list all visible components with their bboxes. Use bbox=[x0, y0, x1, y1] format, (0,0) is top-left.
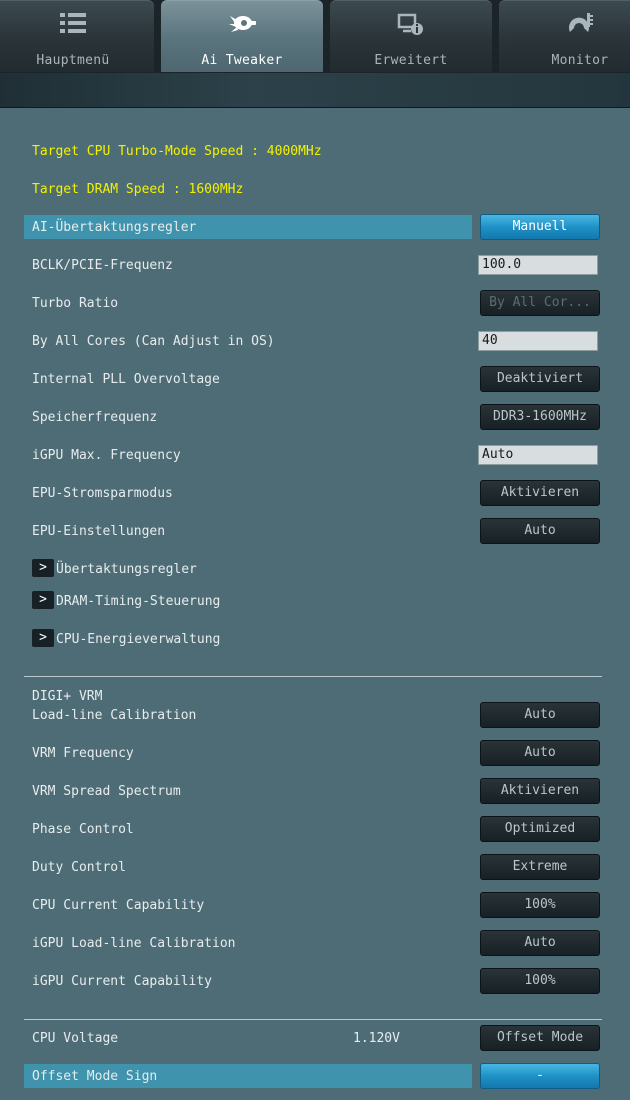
section-header-digi-vrm: DIGI+ VRM bbox=[32, 689, 103, 704]
setting-ai-overclock-tuner[interactable]: AI-Übertaktungsregler Manuell bbox=[24, 214, 602, 241]
tab-bar: Hauptmenü Ai Tweaker Erweitert Monitor bbox=[0, 0, 630, 73]
setting-vrm-frequency: VRM Frequency Auto bbox=[24, 740, 602, 767]
submenu-overclock-tuner[interactable]: > Übertaktungsregler bbox=[24, 557, 602, 583]
setting-memory-frequency: Speicherfrequenz DDR3-1600MHz bbox=[24, 404, 602, 431]
setting-label: CPU Voltage bbox=[32, 1031, 119, 1046]
setting-bclk-pcie: BCLK/PCIE-Frequenz 100.0 bbox=[24, 253, 602, 279]
target-dram-info: Target DRAM Speed : 1600MHz bbox=[24, 177, 602, 203]
submenu-label: DRAM-Timing-Steuerung bbox=[56, 594, 221, 609]
setting-label: Speicherfrequenz bbox=[32, 410, 158, 425]
setting-label: Internal PLL Overvoltage bbox=[32, 372, 220, 387]
setting-label: AI-Übertaktungsregler bbox=[32, 220, 197, 235]
turbo-ratio-select: By All Cor... bbox=[480, 290, 600, 316]
igpu-max-frequency-input[interactable]: Auto bbox=[478, 445, 598, 465]
setting-duty-control: Duty Control Extreme bbox=[24, 854, 602, 881]
target-cpu-text: Target CPU Turbo-Mode Speed : 4000MHz bbox=[32, 144, 322, 159]
ai-overclock-tuner-select[interactable]: Manuell bbox=[480, 214, 600, 240]
chevron-right-icon[interactable]: > bbox=[32, 629, 54, 647]
setting-label: Offset Mode Sign bbox=[32, 1069, 158, 1084]
setting-load-line-calibration: Load-line Calibration Auto bbox=[24, 702, 602, 729]
setting-label: CPU Current Capability bbox=[32, 898, 205, 913]
target-cpu-info: Target CPU Turbo-Mode Speed : 4000MHz bbox=[24, 139, 602, 165]
setting-label: Duty Control bbox=[32, 860, 126, 875]
vrm-frequency-select[interactable]: Auto bbox=[480, 740, 600, 766]
setting-label: By All Cores (Can Adjust in OS) bbox=[32, 334, 275, 349]
vrm-spread-spectrum-select[interactable]: Aktivieren bbox=[480, 778, 600, 804]
setting-label: EPU-Einstellungen bbox=[32, 524, 166, 539]
setting-label: EPU-Stromsparmodus bbox=[32, 486, 173, 501]
tab-label: Ai Tweaker bbox=[201, 53, 283, 68]
setting-internal-pll: Internal PLL Overvoltage Deaktiviert bbox=[24, 366, 602, 393]
load-line-calibration-select[interactable]: Auto bbox=[480, 702, 600, 728]
cpu-current-capability-select[interactable]: 100% bbox=[480, 892, 600, 918]
tab-erweitert[interactable]: Erweitert bbox=[330, 0, 492, 72]
submenu-label: Übertaktungsregler bbox=[56, 562, 197, 577]
phase-control-select[interactable]: Optimized bbox=[480, 816, 600, 842]
setting-label: VRM Spread Spectrum bbox=[32, 784, 181, 799]
tab-label: Monitor bbox=[551, 53, 609, 68]
tab-label: Erweitert bbox=[374, 53, 448, 68]
epu-power-saving-select[interactable]: Aktivieren bbox=[480, 480, 600, 506]
offset-mode-sign-select[interactable]: - bbox=[480, 1063, 600, 1089]
bclk-pcie-input[interactable]: 100.0 bbox=[478, 255, 598, 275]
setting-label: VRM Frequency bbox=[32, 746, 134, 761]
cpu-voltage-mode-select[interactable]: Offset Mode bbox=[480, 1025, 600, 1051]
tab-monitor[interactable]: Monitor bbox=[499, 0, 630, 72]
setting-turbo-ratio: Turbo Ratio By All Cor... bbox=[24, 290, 602, 317]
setting-epu-power-saving: EPU-Stromsparmodus Aktivieren bbox=[24, 480, 602, 507]
tab-hauptmenu[interactable]: Hauptmenü bbox=[0, 0, 154, 72]
setting-label: Phase Control bbox=[32, 822, 134, 837]
setting-label: Turbo Ratio bbox=[32, 296, 119, 311]
setting-igpu-load-line-calibration: iGPU Load-line Calibration Auto bbox=[24, 930, 602, 957]
chevron-right-icon[interactable]: > bbox=[32, 591, 54, 609]
submenu-dram-timing[interactable]: > DRAM-Timing-Steuerung bbox=[24, 589, 602, 615]
by-all-cores-input[interactable]: 40 bbox=[478, 331, 598, 351]
epu-settings-select[interactable]: Auto bbox=[480, 518, 600, 544]
setting-label: iGPU Load-line Calibration bbox=[32, 936, 236, 951]
gauge-icon bbox=[569, 13, 593, 32]
setting-label: BCLK/PCIE-Frequenz bbox=[32, 258, 173, 273]
igpu-current-capability-select[interactable]: 100% bbox=[480, 968, 600, 994]
setting-by-all-cores: By All Cores (Can Adjust in OS) 40 bbox=[24, 329, 602, 355]
setting-label: Load-line Calibration bbox=[32, 708, 197, 723]
setting-igpu-max-frequency: iGPU Max. Frequency Auto bbox=[24, 443, 602, 469]
target-dram-text: Target DRAM Speed : 1600MHz bbox=[32, 182, 244, 197]
duty-control-select[interactable]: Extreme bbox=[480, 854, 600, 880]
info-device-icon bbox=[397, 13, 423, 35]
setting-offset-mode-sign[interactable]: Offset Mode Sign - bbox=[24, 1063, 602, 1090]
breadcrumb-bar bbox=[0, 73, 630, 108]
setting-label: iGPU Current Capability bbox=[32, 974, 213, 989]
setting-cpu-current-capability: CPU Current Capability 100% bbox=[24, 892, 602, 919]
chevron-right-icon[interactable]: > bbox=[32, 559, 54, 577]
list-icon bbox=[60, 13, 86, 33]
setting-epu-settings: EPU-Einstellungen Auto bbox=[24, 518, 602, 545]
divider bbox=[24, 676, 602, 677]
divider bbox=[24, 1019, 602, 1020]
setting-label: iGPU Max. Frequency bbox=[32, 448, 181, 463]
setting-cpu-voltage: CPU Voltage 1.120V Offset Mode bbox=[24, 1025, 602, 1052]
submenu-cpu-power[interactable]: > CPU-Energieverwaltung bbox=[24, 627, 602, 653]
cpu-voltage-reading: 1.120V bbox=[353, 1031, 400, 1046]
memory-frequency-select[interactable]: DDR3-1600MHz bbox=[480, 404, 600, 430]
setting-vrm-spread-spectrum: VRM Spread Spectrum Aktivieren bbox=[24, 778, 602, 805]
rocket-icon bbox=[229, 16, 256, 32]
setting-phase-control: Phase Control Optimized bbox=[24, 816, 602, 843]
tab-ai-tweaker[interactable]: Ai Tweaker bbox=[161, 0, 323, 72]
igpu-load-line-calibration-select[interactable]: Auto bbox=[480, 930, 600, 956]
internal-pll-select[interactable]: Deaktiviert bbox=[480, 366, 600, 392]
submenu-label: CPU-Energieverwaltung bbox=[56, 632, 221, 647]
tab-label: Hauptmenü bbox=[36, 53, 110, 68]
setting-igpu-current-capability: iGPU Current Capability 100% bbox=[24, 968, 602, 995]
